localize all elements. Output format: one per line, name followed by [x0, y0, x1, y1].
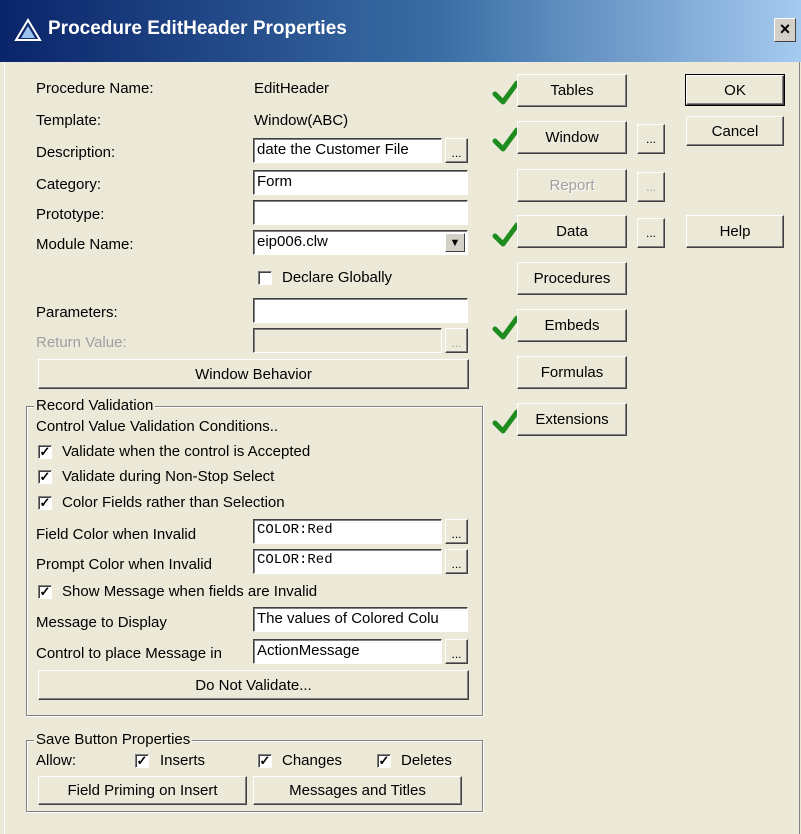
validation-subtitle: Control Value Validation Conditions..: [36, 418, 279, 435]
module-name-label: Module Name:: [36, 236, 134, 253]
allow-label: Allow:: [36, 752, 77, 769]
module-name-combo[interactable]: eip006.clw: [253, 230, 468, 255]
save-button-properties-title: Save Button Properties: [34, 731, 193, 749]
embeds-button[interactable]: Embeds: [517, 309, 627, 342]
field-color-label: Field Color when Invalid: [36, 526, 197, 543]
module-name-value: eip006.clw: [257, 233, 328, 250]
field-color-field[interactable]: COLOR:Red: [253, 519, 442, 544]
window-check-icon: [492, 127, 520, 152]
control-message-label: Control to place Message in: [36, 645, 222, 662]
procedures-button[interactable]: Procedures: [517, 262, 627, 295]
report-ellipsis-button[interactable]: ...: [637, 172, 665, 202]
control-message-ellipsis-button[interactable]: ...: [445, 639, 468, 664]
declare-globally-label: Declare Globally: [282, 269, 393, 286]
do-not-validate-button[interactable]: Do Not Validate...: [38, 670, 469, 700]
validate-nonstop-checkbox[interactable]: ✓: [38, 470, 52, 484]
deletes-label: Deletes: [401, 752, 452, 769]
declare-globally-checkbox[interactable]: [258, 271, 272, 285]
deletes-checkbox[interactable]: ✓: [377, 754, 391, 768]
show-message-label: Show Message when fields are Invalid: [62, 583, 318, 600]
message-display-field[interactable]: The values of Colored Colu: [253, 607, 468, 632]
template-label: Template:: [36, 112, 102, 129]
data-check-icon: [492, 222, 520, 247]
return-value-label: Return Value:: [36, 334, 127, 351]
prototype-field[interactable]: [253, 200, 468, 225]
cancel-button[interactable]: Cancel: [686, 116, 784, 146]
procedure-name-value: EditHeader: [254, 80, 330, 97]
messages-titles-button[interactable]: Messages and Titles: [253, 776, 462, 805]
template-value: Window(ABC): [254, 112, 349, 129]
parameters-field[interactable]: [253, 298, 468, 323]
control-message-field[interactable]: ActionMessage: [253, 639, 442, 664]
formulas-button[interactable]: Formulas: [517, 356, 627, 389]
chevron-down-icon[interactable]: ▼: [445, 233, 465, 252]
window-title: Procedure EditHeader Properties: [48, 18, 347, 39]
report-button[interactable]: Report: [517, 169, 627, 202]
description-ellipsis-button[interactable]: ...: [445, 138, 468, 163]
help-button[interactable]: Help: [686, 215, 784, 248]
description-label: Description:: [36, 144, 116, 161]
prototype-label: Prototype:: [36, 206, 105, 223]
embeds-check-icon: [492, 315, 520, 340]
validate-accepted-checkbox[interactable]: ✓: [38, 445, 52, 459]
description-field[interactable]: date the Customer File: [253, 138, 442, 163]
category-field[interactable]: Form: [253, 170, 468, 195]
validate-accepted-label: Validate when the control is Accepted: [62, 443, 311, 460]
window-behavior-button[interactable]: Window Behavior: [38, 359, 469, 389]
show-message-checkbox[interactable]: ✓: [38, 585, 52, 599]
record-validation-title: Record Validation: [34, 397, 156, 415]
data-button[interactable]: Data: [517, 215, 627, 248]
prompt-color-field[interactable]: COLOR:Red: [253, 549, 442, 574]
close-button[interactable]: ×: [774, 18, 796, 42]
data-ellipsis-button[interactable]: ...: [637, 218, 665, 248]
return-value-field[interactable]: [253, 328, 442, 353]
category-label: Category:: [36, 176, 102, 193]
window-button[interactable]: Window: [517, 121, 627, 154]
inserts-checkbox[interactable]: ✓: [135, 754, 149, 768]
tables-check-icon: [492, 80, 520, 105]
extensions-button[interactable]: Extensions: [517, 403, 627, 436]
prompt-color-ellipsis-button[interactable]: ...: [445, 549, 468, 574]
tables-button[interactable]: Tables: [517, 74, 627, 107]
parameters-label: Parameters:: [36, 304, 118, 321]
changes-label: Changes: [282, 752, 343, 769]
color-fields-label: Color Fields rather than Selection: [62, 494, 285, 511]
changes-checkbox[interactable]: ✓: [258, 754, 272, 768]
window-ellipsis-button[interactable]: ...: [637, 124, 665, 154]
extensions-check-icon: [492, 409, 520, 434]
inserts-label: Inserts: [160, 752, 206, 769]
color-fields-checkbox[interactable]: ✓: [38, 496, 52, 510]
return-value-ellipsis-button[interactable]: ...: [445, 328, 468, 353]
ok-button[interactable]: OK: [685, 74, 785, 106]
message-display-label: Message to Display: [36, 614, 167, 631]
field-priming-button[interactable]: Field Priming on Insert: [38, 776, 247, 805]
validate-nonstop-label: Validate during Non-Stop Select: [62, 468, 275, 485]
procedure-name-label: Procedure Name:: [36, 80, 154, 97]
field-color-ellipsis-button[interactable]: ...: [445, 519, 468, 544]
app-icon: [14, 18, 42, 41]
prompt-color-label: Prompt Color when Invalid: [36, 556, 212, 573]
